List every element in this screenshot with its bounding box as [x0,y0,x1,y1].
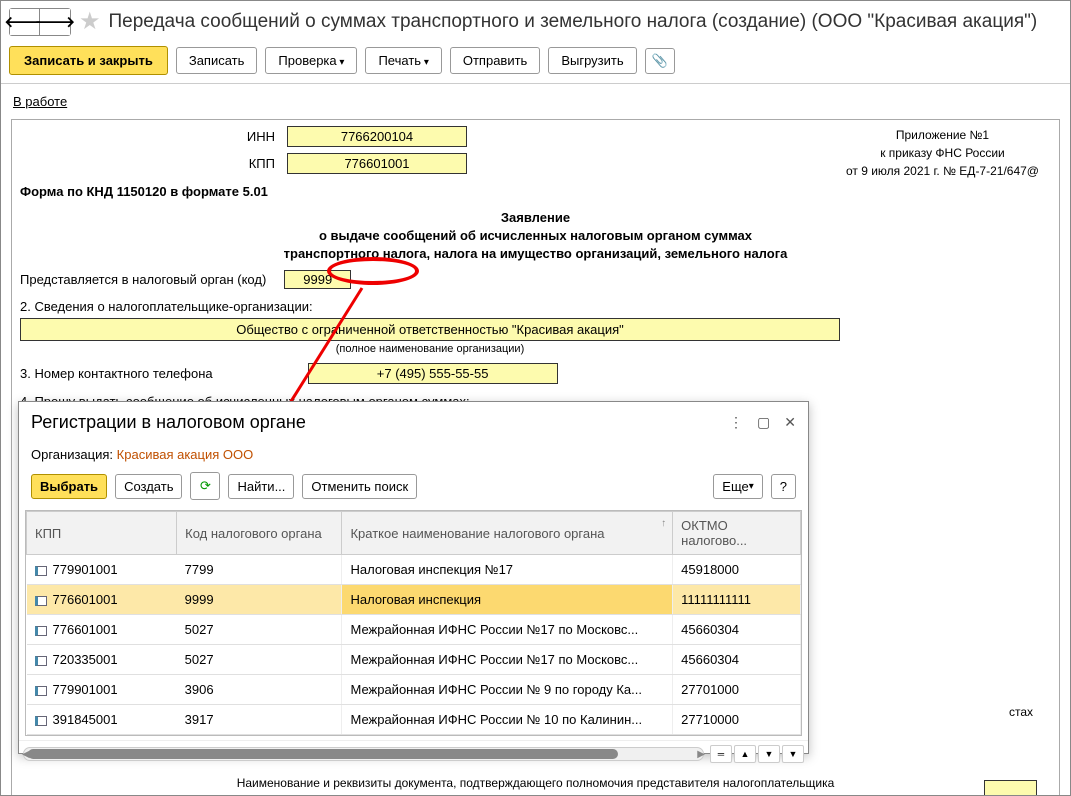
find-button[interactable]: Найти... [228,474,294,499]
print-button[interactable]: Печать [365,47,441,74]
sort-asc-icon: ↑ [661,518,666,529]
forward-button[interactable]: 🡒 [40,9,70,35]
side-text-fragment: стах [1009,705,1033,719]
row-icon [35,596,47,606]
phone-field[interactable]: +7 (495) 555-55-55 [308,363,558,384]
form-code-line: Форма по КНД 1150120 в формате 5.01 [20,184,1051,199]
appendix-info: Приложение №1 к приказу ФНС России от 9 … [846,126,1039,180]
more-button[interactable]: Еще [713,474,762,499]
org-caption: (полное наименование организации) [20,343,840,355]
attach-button[interactable]: 📎 [645,48,675,74]
table-row[interactable]: 3918450013917Межрайонная ИФНС России № 1… [27,705,801,735]
section2-title: 2. Сведения о налогоплательщике-организа… [20,299,1051,314]
col-code[interactable]: Код налогового органа [177,512,342,555]
section3-title: 3. Номер контактного телефона [20,366,213,381]
dialog-menu-icon[interactable]: ⋮ [729,414,743,431]
table-row[interactable]: 7766010019999Налоговая инспекция11111111… [27,585,801,615]
table-row[interactable]: 7766010015027Межрайонная ИФНС России №17… [27,615,801,645]
col-okt[interactable]: ОКТМО налогово... [673,512,801,555]
bottom-caption: Наименование и реквизиты документа, подт… [12,776,1059,790]
page-down-button[interactable]: ▼ [758,745,780,763]
save-close-button[interactable]: Записать и закрыть [9,46,168,75]
row-icon [35,656,47,666]
create-button[interactable]: Создать [115,474,182,499]
page-title: Передача сообщений о суммах транспортног… [109,11,1038,33]
table-row[interactable]: 7799010013906Межрайонная ИФНС России № 9… [27,675,801,705]
cancel-search-button[interactable]: Отменить поиск [302,474,417,499]
registrations-table: КПП Код налогового органа Краткое наимен… [26,511,801,735]
kpp-field[interactable]: 776601001 [287,153,467,174]
row-icon [35,686,47,696]
favorite-star-icon[interactable]: ★ [79,7,101,36]
table-row[interactable]: 7799010017799Налоговая инспекция №174591… [27,555,801,585]
tax-code-field[interactable]: 9999 [284,270,351,289]
paperclip-icon: 📎 [652,53,668,69]
presented-label: Представляется в налоговый орган (код) [20,272,266,287]
dialog-maximize-icon[interactable]: ▢ [757,414,770,431]
save-button[interactable]: Записать [176,47,258,74]
row-icon [35,626,47,636]
inn-label: ИНН [210,129,275,144]
refresh-button[interactable]: ⟳ [190,472,220,500]
table-row[interactable]: 7203350015027Межрайонная ИФНС России №17… [27,645,801,675]
page-up-button[interactable]: ▲ [734,745,756,763]
inn-field[interactable]: 7766200104 [287,126,467,147]
send-button[interactable]: Отправить [450,47,540,74]
horizontal-scrollbar[interactable]: ◀ ▶ [23,747,704,761]
dialog-close-icon[interactable]: ✕ [784,414,796,431]
row-icon [35,566,47,576]
document-title: Заявление о выдаче сообщений об исчислен… [20,209,1051,264]
page-first-button[interactable]: ═ [710,745,732,763]
tax-registration-dialog: Регистрации в налоговом органе ⋮ ▢ ✕ Орг… [18,401,809,754]
org-link[interactable]: Красивая акация ООО [117,447,254,462]
export-button[interactable]: Выгрузить [548,47,636,74]
org-label: Организация: [31,447,113,462]
refresh-icon: ⟳ [200,478,211,494]
page-last-button[interactable]: ▼ [782,745,804,763]
scroll-thumb[interactable] [28,749,618,759]
check-button[interactable]: Проверка [265,47,357,74]
org-name-field[interactable]: Общество с ограниченной ответственностью… [20,318,840,341]
dialog-title: Регистрации в налоговом органе [31,412,306,433]
status-link[interactable]: В работе [13,94,67,109]
select-button[interactable]: Выбрать [31,474,107,499]
scroll-right-icon: ▶ [697,749,705,760]
nav-buttons: 🡐 🡒 [9,8,71,36]
help-button[interactable]: ? [771,474,796,499]
col-name[interactable]: Краткое наименование налогового органа↑ [342,512,673,555]
col-kpp[interactable]: КПП [27,512,177,555]
row-icon [35,716,47,726]
kpp-label: КПП [210,156,275,171]
